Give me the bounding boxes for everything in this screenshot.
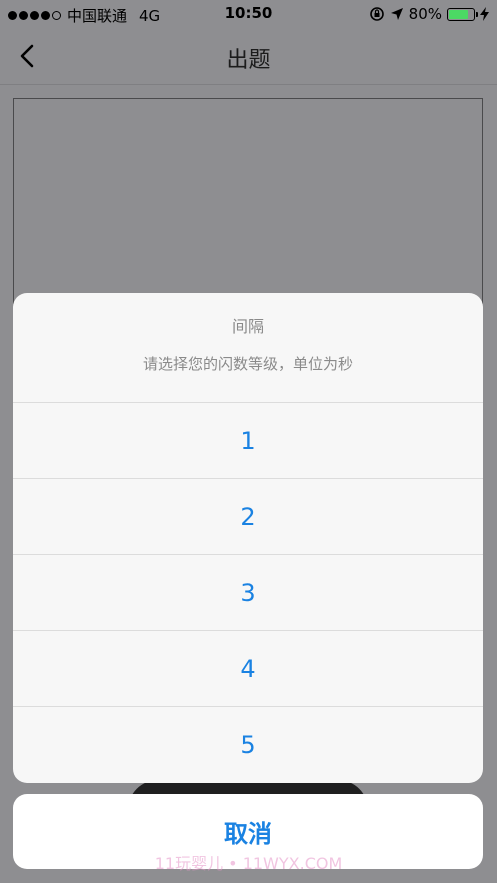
battery-percent: 80% <box>408 5 442 23</box>
status-right: 80% <box>369 5 489 23</box>
charging-bolt-icon <box>480 7 489 21</box>
rotation-lock-icon <box>369 7 384 21</box>
battery-icon <box>447 7 478 21</box>
interval-option-3[interactable]: 3 <box>13 555 483 631</box>
action-sheet-message: 请选择您的闪数等级，单位为秒 <box>142 355 353 373</box>
action-sheet-header: 间隔 请选择您的闪数等级，单位为秒 <box>13 293 483 403</box>
interval-option-4[interactable]: 4 <box>13 631 483 707</box>
status-bar: 中国联通 4G 10:50 80% <box>0 0 497 28</box>
action-sheet: 间隔 请选择您的闪数等级，单位为秒 1 2 3 4 5 <box>13 293 483 783</box>
page-title: 出题 <box>226 48 271 73</box>
navigation-bar: 出题 <box>0 28 497 85</box>
location-arrow-icon <box>390 8 403 20</box>
action-sheet-title: 间隔 <box>231 317 264 336</box>
watermark-text: 11玩婴儿 • 11WYX.COM <box>154 854 343 873</box>
interval-option-5[interactable]: 5 <box>13 707 483 783</box>
interval-option-2[interactable]: 2 <box>13 479 483 555</box>
interval-option-1[interactable]: 1 <box>13 403 483 479</box>
